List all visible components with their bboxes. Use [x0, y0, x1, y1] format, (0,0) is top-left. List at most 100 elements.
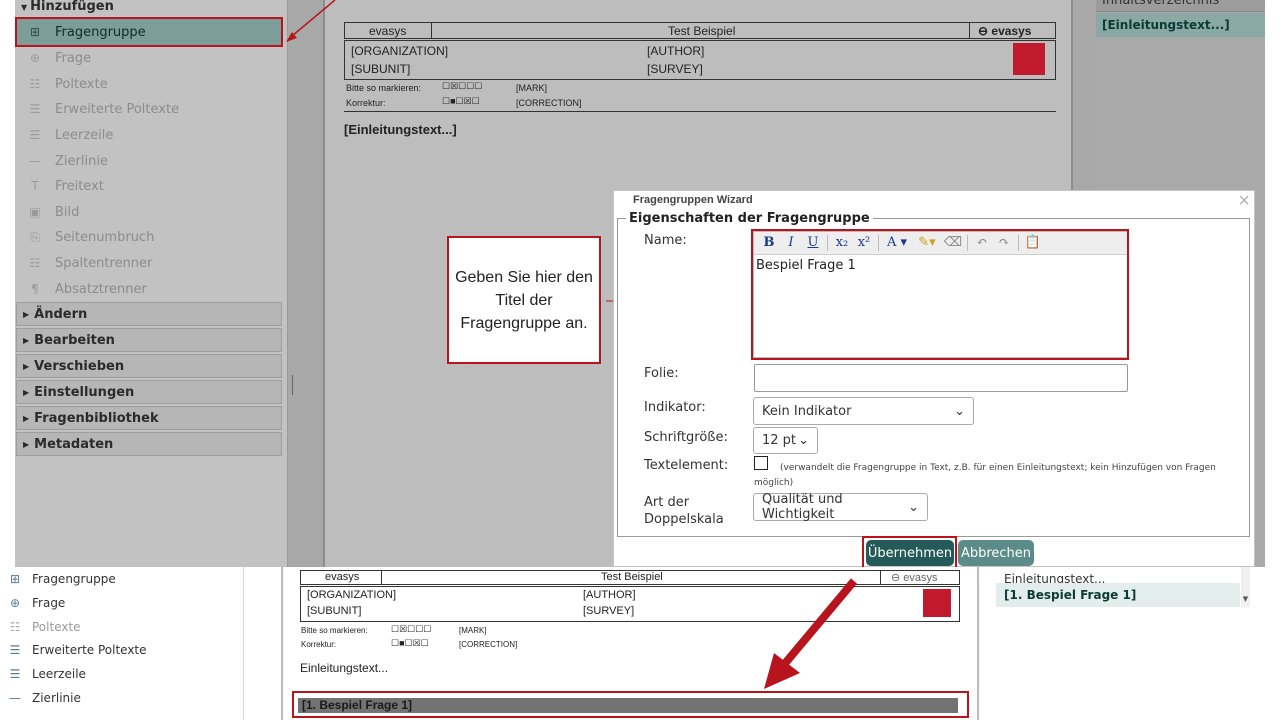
column-separator-icon: ☷	[29, 256, 41, 270]
sidebar-item-spaltentrenner[interactable]: ☷ Spaltentrenner	[15, 250, 282, 276]
result-sidebar-item-zierlinie[interactable]: — Zierlinie	[7, 687, 81, 709]
name-editor-content[interactable]: Bespiel Frage 1	[754, 255, 1127, 276]
schriftgroesse-select[interactable]: 12 pt ⌄	[753, 427, 818, 454]
evasys-logo: ⊖ evasys	[891, 572, 938, 584]
subscript-icon[interactable]: x₂	[831, 234, 853, 252]
university-logo	[1013, 43, 1045, 75]
superscript-icon[interactable]: x²	[853, 234, 875, 252]
doppelskala-label-1: Art der	[644, 495, 690, 510]
sidebar-item-freitext[interactable]: T Freitext	[15, 173, 282, 199]
correction-boxes: ☐■☐☒☐	[442, 96, 480, 106]
doppelskala-select[interactable]: Qualität und Wichtigkeit ⌄	[753, 492, 928, 522]
indikator-label: Indikator:	[644, 400, 706, 415]
highlight-color-icon[interactable]: ✎▾	[912, 234, 942, 252]
chevron-down-icon: ⌄	[954, 403, 965, 419]
section-verschieben[interactable]: ▶ Verschieben	[16, 354, 282, 378]
university-logo	[923, 589, 951, 617]
result-doc-meta-box: [ORGANIZATION] [AUTHOR] [SUBUNIT] [SURVE…	[300, 586, 960, 622]
sidebar-item-fragengruppe[interactable]: ⊞ Fragengruppe	[15, 19, 282, 45]
result-sidebar-item-frage[interactable]: ⊕ Frage	[7, 592, 65, 614]
result-doc-intro[interactable]: Einleitungstext...	[300, 661, 388, 675]
scroll-down-icon: ▼	[1242, 595, 1249, 603]
scrollbar[interactable]: ▼	[1241, 567, 1250, 607]
sidebar-item-poltexte[interactable]: ☷ Poltexte	[15, 71, 282, 97]
extended-poltext-icon: ☰	[29, 102, 41, 116]
panel-splitter[interactable]	[287, 0, 322, 567]
sidebar-item-zierlinie[interactable]: — Zierlinie	[15, 148, 282, 174]
undo-icon[interactable]: ↶	[971, 234, 993, 252]
sidebar-item-bild[interactable]: ▣ Bild	[15, 199, 282, 225]
sidebar-item-frage[interactable]: ⊕ Frage	[15, 45, 282, 71]
sidebar-item-erweiterte-poltexte[interactable]: ☰ Erweiterte Poltexte	[15, 96, 282, 122]
result-toc-panel: Einleitungstext... [1. Bespiel Frage 1] …	[996, 567, 1250, 720]
question-bubble-icon: ⊕	[9, 596, 21, 610]
folie-label: Folie:	[644, 366, 679, 381]
name-editor[interactable]: B I U x₂ x² A ▾ ✎▾ ⌫ ↶ ↷ 📋 Bespiel Frage…	[753, 231, 1128, 358]
sidebar-header-hinzufuegen[interactable]: ▼ Hinzufügen	[15, 0, 287, 15]
cancel-button[interactable]: Abbrechen	[958, 540, 1034, 566]
result-doc-header-row: evasys Test Beispiel ⊖ evasys	[300, 570, 960, 585]
sidebar-item-leerzeile[interactable]: ☰ Leerzeile	[15, 122, 282, 148]
new-question-group-bar[interactable]: [1. Bespiel Frage 1]	[298, 698, 958, 713]
plus-square-icon: ⊞	[9, 572, 21, 586]
divider-line-icon: —	[9, 691, 21, 705]
close-icon[interactable]: ×	[1238, 191, 1250, 211]
section-bearbeiten[interactable]: ▶ Bearbeiten	[16, 328, 282, 352]
splitter-grip[interactable]	[292, 375, 293, 395]
textelement-label: Textelement:	[644, 458, 729, 473]
link-icon: ⊖	[891, 572, 901, 584]
question-bubble-icon: ⊕	[29, 51, 41, 65]
italic-icon[interactable]: I	[780, 234, 802, 252]
doc-intro-text[interactable]: [Einleitungstext...]	[344, 122, 457, 137]
doppelskala-label-2: Doppelskala	[644, 512, 724, 527]
folie-textarea[interactable]	[754, 364, 1128, 392]
toc-item-intro[interactable]: [Einleitungstext...]	[1096, 13, 1265, 37]
mark-boxes: ☐☒☐☐☐	[442, 81, 483, 91]
sidebar-item-absatztrenner[interactable]: ¶ Absatztrenner	[15, 276, 282, 302]
section-metadaten[interactable]: ▶ Metadaten	[16, 432, 282, 456]
apply-button[interactable]: Übernehmen	[866, 540, 954, 566]
section-einstellungen[interactable]: ▶ Einstellungen	[16, 380, 282, 404]
caret-right-icon: ▶	[23, 335, 30, 345]
doc-meta-box: [ORGANIZATION] [AUTHOR] [SUBUNIT] [SURVE…	[344, 40, 1056, 80]
doc-header-row: evasys Test Beispiel ⊖ evasys	[344, 22, 1056, 39]
chevron-down-icon: ⌄	[798, 433, 809, 448]
editor-toolbar: B I U x₂ x² A ▾ ✎▾ ⌫ ↶ ↷ 📋	[754, 232, 1127, 255]
indikator-select[interactable]: Kein Indikator ⌄	[753, 397, 974, 425]
dialog-title: Fragengruppen Wizard	[633, 194, 753, 206]
redo-icon[interactable]: ↷	[993, 234, 1015, 252]
result-arrow	[764, 578, 858, 689]
text-color-icon[interactable]: A ▾	[882, 234, 912, 252]
bottom-screenshot: ⊞ Fragengruppe ⊕ Frage ☷ Poltexte ☰ Erweiter…	[0, 567, 1280, 720]
sidebar-item-seitenumbruch[interactable]: ⎘ Seitenumbruch	[15, 224, 282, 250]
poltext-icon: ☷	[9, 620, 21, 634]
mark-boxes: ☐☒☐☐☐	[391, 624, 432, 634]
fieldset-legend: Eigenschaften der Fragengruppe	[626, 211, 873, 226]
result-sidebar-item-erweiterte-poltexte[interactable]: ☰ Erweiterte Poltexte	[7, 639, 147, 661]
caret-right-icon: ▶	[23, 309, 30, 319]
doc-brand: evasys	[369, 24, 407, 38]
bold-icon[interactable]: B	[758, 234, 780, 252]
instruction-callout: Geben Sie hier den Titel der Fragengrupp…	[447, 236, 601, 364]
sidebar: ▼ Hinzufügen ⊞ Fragengruppe ⊕ Frage ☷ Pol…	[15, 0, 287, 567]
result-sidebar-item-fragengruppe[interactable]: ⊞ Fragengruppe	[7, 568, 116, 590]
caret-right-icon: ▶	[23, 387, 30, 397]
schriftgroesse-label: Schriftgröße:	[644, 430, 728, 445]
link-icon: ⊖	[978, 24, 989, 38]
paste-icon[interactable]: 📋	[1022, 234, 1044, 252]
result-toc-item-new-group[interactable]: [1. Bespiel Frage 1]	[996, 583, 1240, 607]
caret-right-icon: ▶	[23, 439, 30, 449]
result-sidebar-item-poltexte[interactable]: ☷ Poltexte	[7, 616, 81, 638]
divider-line-icon: —	[29, 154, 41, 168]
result-sidebar-item-leerzeile[interactable]: ☰ Leerzeile	[7, 663, 86, 685]
caret-right-icon: ▶	[23, 361, 30, 371]
section-aendern[interactable]: ▶ Ändern	[16, 302, 282, 326]
text-icon: T	[31, 179, 39, 193]
underline-icon[interactable]: U	[802, 234, 824, 252]
section-fragenbibliothek[interactable]: ▶ Fragenbibliothek	[16, 406, 282, 430]
textelement-note: (verwandelt die Fragengruppe in Text, z.…	[754, 463, 1216, 488]
extended-poltext-icon: ☰	[9, 643, 21, 657]
plus-square-icon: ⊞	[29, 25, 41, 39]
caret-right-icon: ▶	[23, 413, 30, 423]
remove-format-icon[interactable]: ⌫	[942, 234, 964, 252]
